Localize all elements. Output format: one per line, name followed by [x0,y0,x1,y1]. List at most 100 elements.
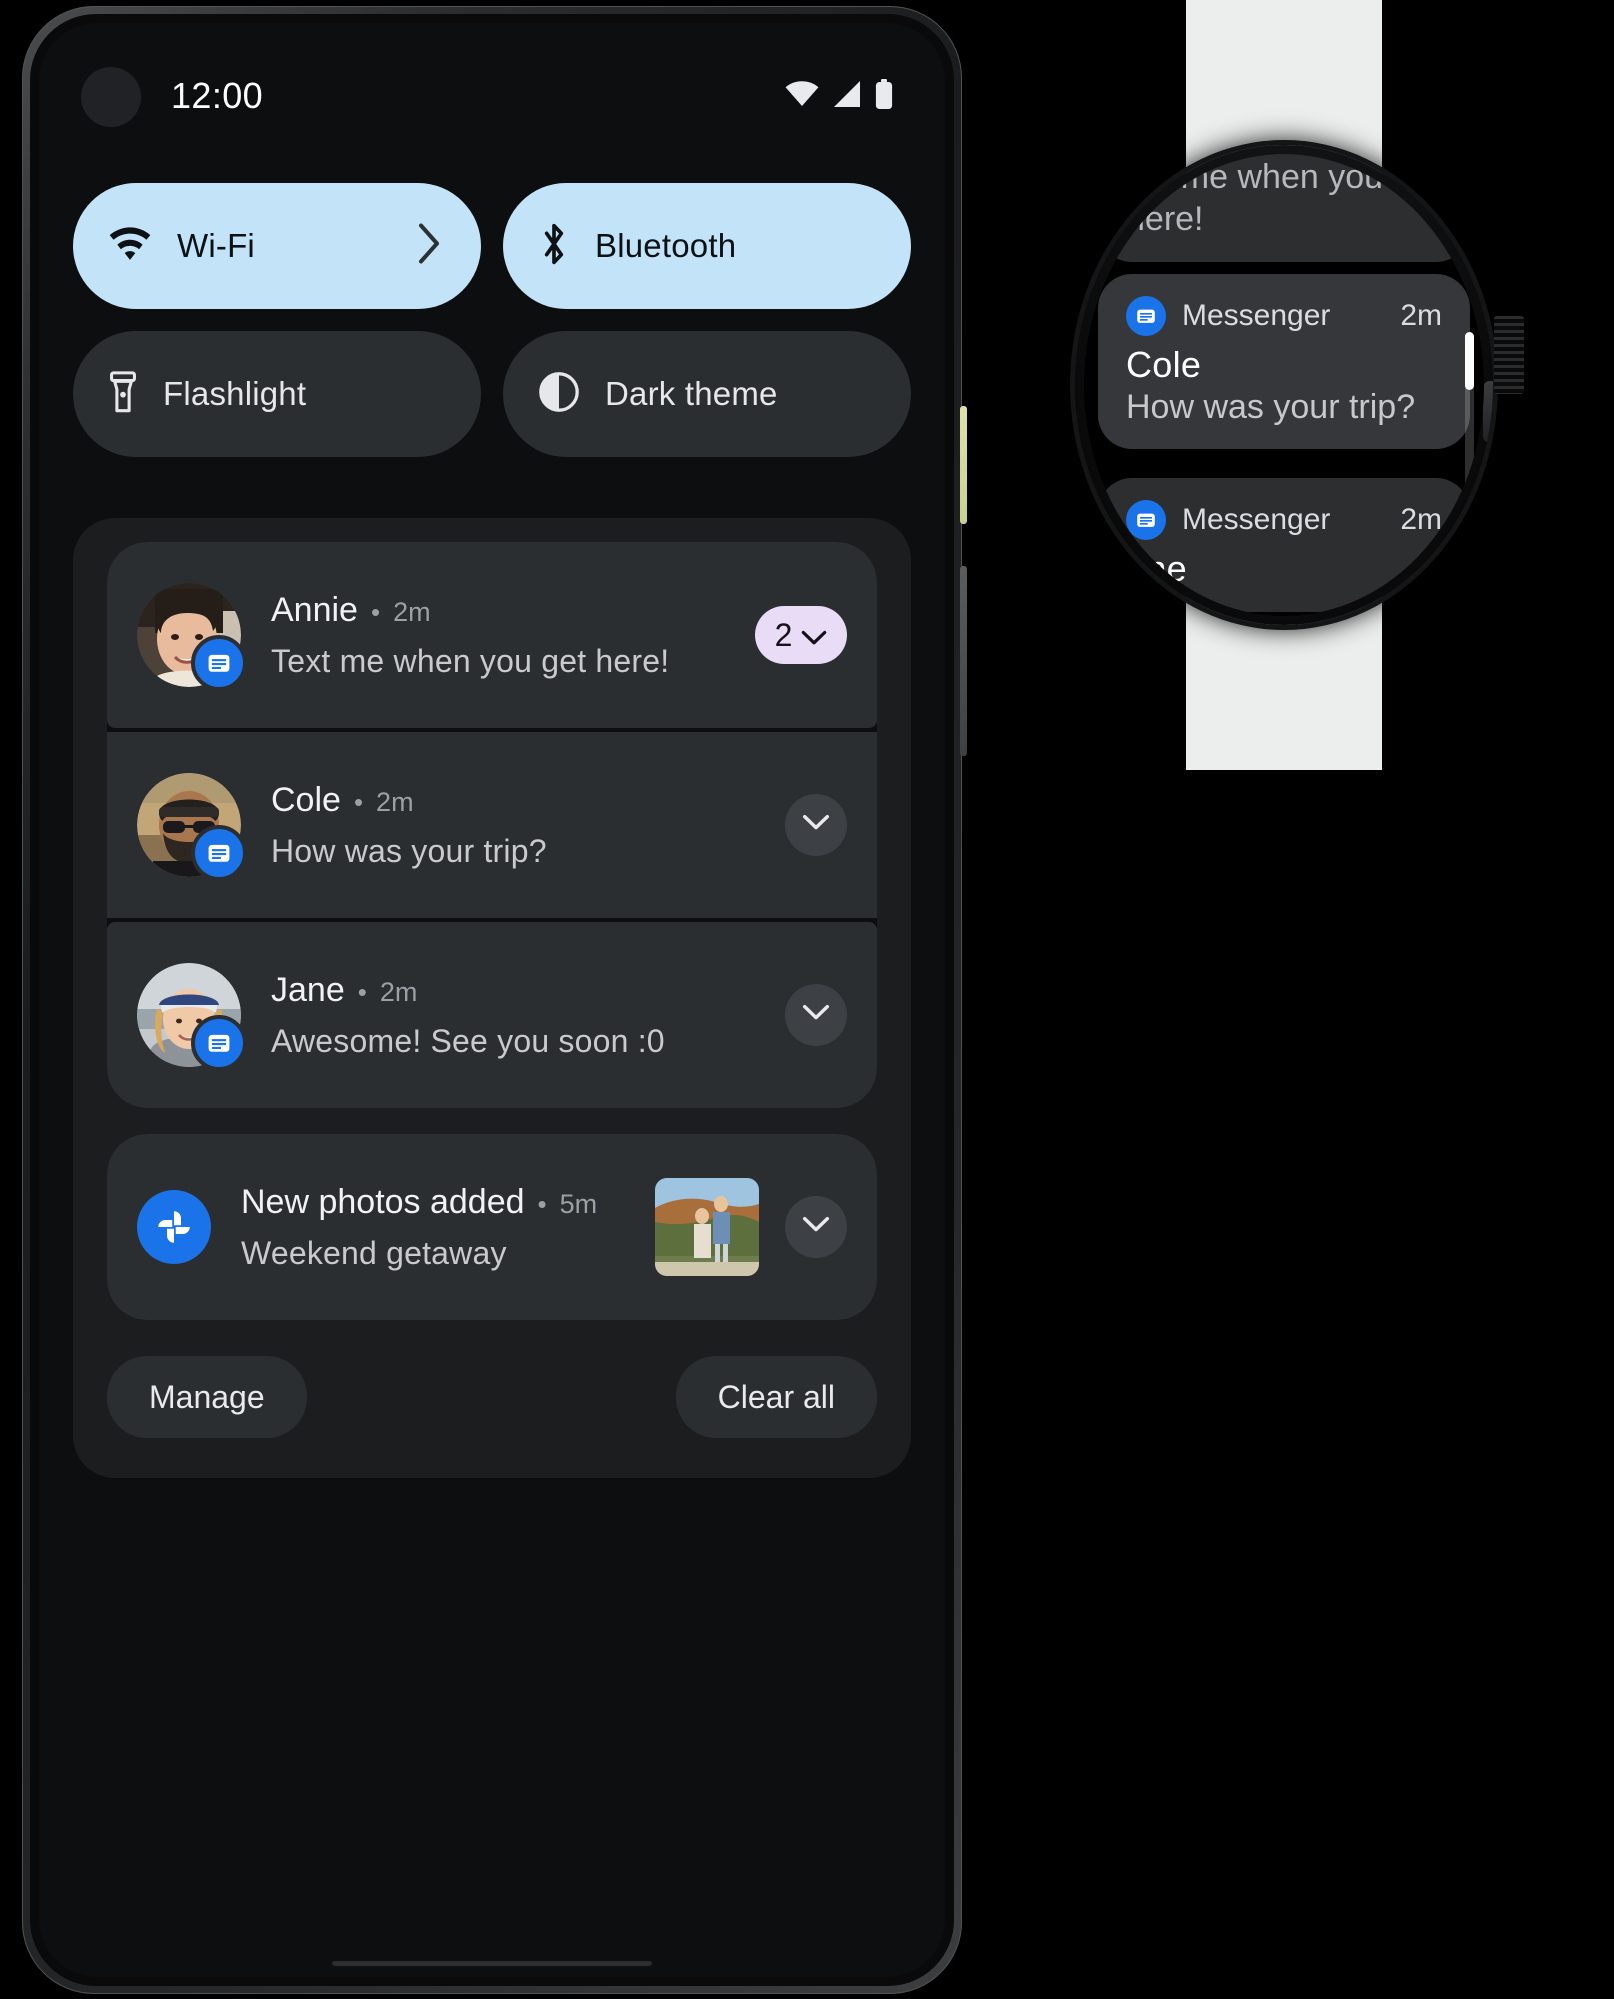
notification-row[interactable]: Cole • 2m How was your trip? [107,732,877,918]
quick-tile-dark-theme[interactable]: Dark theme [503,331,911,457]
quick-tile-label: Flashlight [163,375,307,412]
status-bar: 12:00 [39,23,945,141]
chevron-down-icon [801,617,827,654]
watch-card-preview-text: ext me when you get here! [1126,158,1440,239]
notification-header: Annie • 2m [271,591,755,630]
watch-speaker-grille [1494,316,1524,394]
status-bar-clock: 12:00 [171,75,264,116]
wifi-icon [109,226,151,266]
notification-count-expand-button[interactable]: 2 [755,606,847,664]
notification-time: 5m [559,1188,598,1219]
notification-row[interactable]: Jane • 2m Awesome! See you soon :0 [107,922,877,1108]
watch-card-header: Messenger 2m [1126,500,1442,540]
power-button[interactable] [960,406,967,524]
bluetooth-icon [539,222,569,271]
notification-header: Jane • 2m [271,971,785,1010]
notification-sender: Cole [271,780,341,819]
volume-rocker-button[interactable] [960,566,967,756]
quick-settings-row-2: Flashlight Dark theme [73,331,911,457]
avatar [137,963,247,1071]
notification-sender: Jane [271,970,345,1009]
manage-button[interactable]: Manage [107,1356,307,1438]
watch-card-header: Messenger 2m [1126,296,1442,336]
notification-content: Cole • 2m How was your trip? [271,781,785,870]
watch-notification-card-current[interactable]: Messenger 2m Cole How was your trip? [1098,274,1470,449]
chevron-down-icon [802,1216,830,1238]
phone-device: 12:00 Wi-Fi Bluetooth Flashlight Dark th… [22,6,967,1994]
avatar [137,583,247,691]
quick-tile-label: Bluetooth [595,227,737,264]
notification-header: New photos added • 5m [241,1183,655,1222]
notification-time: 2m [379,976,418,1007]
conversation-notification-group: Annie • 2m Text me when you get here! 2 [107,542,877,1108]
notification-sender: Annie [271,590,358,629]
chevron-right-icon[interactable] [417,223,441,269]
notification-time: 2m [393,596,431,627]
notification-count: 2 [774,616,793,653]
notification-expand-button[interactable] [785,1196,847,1258]
status-bar-icons [785,79,893,114]
watch-body: ext me when you get here! Messenger 2m C… [1075,145,1493,625]
notification-thumbnail-image[interactable] [655,1178,759,1276]
watch-card-time: 2m [1400,503,1442,536]
separator-dot: • [370,596,381,627]
google-photos-icon [137,1190,211,1264]
watch-notification-card-previous[interactable]: ext me when you get here! [1098,154,1470,263]
phone-screen: 12:00 Wi-Fi Bluetooth Flashlight Dark th… [39,23,945,1977]
notification-subtitle: Weekend getaway [241,1234,507,1271]
watch-card-message: How was your trip? [1126,388,1416,426]
quick-tile-wifi[interactable]: Wi-Fi [73,183,481,309]
chevron-down-icon [802,1004,830,1026]
quick-tile-flashlight[interactable]: Flashlight [73,331,481,457]
quick-settings-row-1: Wi-Fi Bluetooth [73,183,911,309]
watch-card-app: Messenger [1126,500,1330,540]
watch-card-sender: ane [1126,548,1187,589]
notification-header: Cole • 2m [271,781,785,820]
cellular-signal-icon [832,81,862,112]
quick-settings-panel: Wi-Fi Bluetooth Flashlight Dark theme [39,183,945,479]
notification-expand-button[interactable] [785,794,847,856]
notification-time: 2m [376,786,414,817]
chevron-down-icon [802,814,830,836]
watch-crown-button[interactable] [1483,381,1493,443]
notification-shade: Annie • 2m Text me when you get here! 2 [73,518,911,1478]
shade-action-bar: Manage Clear all [73,1346,911,1478]
quick-tile-label: Dark theme [605,375,778,412]
battery-icon [875,79,893,114]
watch-card-app-name: Messenger [1182,299,1331,332]
quick-tile-label: Wi-Fi [177,227,255,264]
front-camera-punch-hole [81,67,141,127]
messenger-icon [1126,296,1166,336]
vertical-scroll-indicator[interactable] [1465,332,1474,492]
notification-content: Annie • 2m Text me when you get here! [271,591,755,680]
separator-dot: • [353,786,364,817]
avatar [137,773,247,881]
notification-row[interactable]: New photos added • 5m Weekend getaway [107,1134,877,1320]
notification-row[interactable]: Annie • 2m Text me when you get here! 2 [107,542,877,728]
watch-card-app-name: Messenger [1182,503,1331,536]
watch-card-sender: Cole [1126,344,1202,385]
clear-all-button[interactable]: Clear all [675,1356,877,1438]
dark-theme-icon [539,371,579,417]
notification-content: New photos added • 5m Weekend getaway [241,1183,655,1272]
separator-dot: • [537,1188,547,1219]
smartwatch-device: ext me when you get here! Messenger 2m C… [1074,0,1524,770]
messenger-icon [191,635,247,691]
photos-notification-group: New photos added • 5m Weekend getaway [107,1134,877,1320]
notification-content: Jane • 2m Awesome! See you soon :0 [271,971,785,1060]
gesture-navigation-bar[interactable] [332,1961,652,1966]
watch-card-time: 2m [1400,299,1442,332]
notification-expand-button[interactable] [785,984,847,1046]
quick-tile-bluetooth[interactable]: Bluetooth [503,183,911,309]
watch-card-app: Messenger [1126,296,1330,336]
notification-message: How was your trip? [271,832,547,869]
messenger-icon [191,1015,247,1071]
messenger-icon [191,825,247,881]
watch-screen: ext me when you get here! Messenger 2m C… [1084,154,1484,616]
messenger-icon [1126,500,1166,540]
notification-title: New photos added [241,1182,525,1221]
separator-dot: • [357,976,367,1007]
notification-message: Text me when you get here! [271,642,670,679]
watch-notification-card-next[interactable]: Messenger 2m ane [1098,478,1470,612]
notification-message: Awesome! See you soon :0 [271,1022,665,1059]
